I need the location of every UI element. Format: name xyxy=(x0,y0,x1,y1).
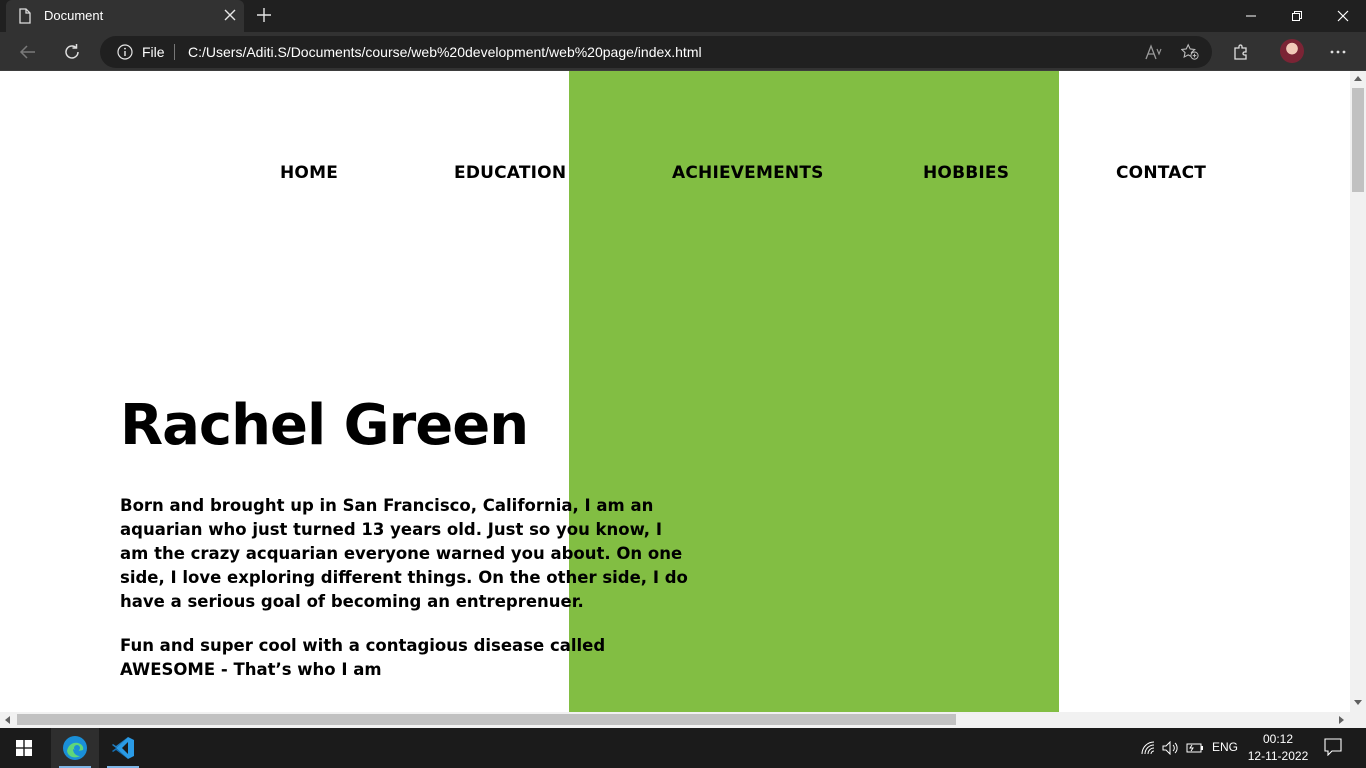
refresh-button[interactable] xyxy=(60,40,84,64)
address-separator xyxy=(174,44,175,60)
wifi-tray[interactable] xyxy=(1140,740,1158,756)
minimize-icon xyxy=(1246,15,1256,17)
windows-logo-icon xyxy=(16,740,32,756)
input-language[interactable]: ENG xyxy=(1212,740,1238,754)
scrollbar-corner xyxy=(1350,712,1366,728)
url-text[interactable]: C:/Users/Aditi.S/Documents/course/web%20… xyxy=(188,44,702,60)
volume-tray[interactable] xyxy=(1162,740,1180,756)
close-tab-icon[interactable] xyxy=(224,9,236,21)
nav-education[interactable]: EDUCATION xyxy=(454,163,566,183)
nav-hobbies[interactable]: HOBBIES xyxy=(923,163,1009,183)
scroll-left-icon[interactable] xyxy=(5,716,10,724)
settings-more-button[interactable] xyxy=(1326,40,1350,64)
minimize-button[interactable] xyxy=(1228,0,1274,32)
vertical-scroll-thumb[interactable] xyxy=(1352,88,1364,192)
puzzle-icon xyxy=(1234,44,1247,60)
browser-tab[interactable]: Document xyxy=(6,0,244,32)
vscode-icon xyxy=(112,737,134,759)
address-bar[interactable]: File C:/Users/Aditi.S/Documents/course/w… xyxy=(100,36,1212,68)
site-scheme-label: File xyxy=(142,44,165,60)
browser-tab-strip: Document xyxy=(0,0,1366,32)
tab-title: Document xyxy=(44,8,104,23)
horizontal-scrollbar[interactable] xyxy=(0,712,1350,728)
nav-home[interactable]: HOME xyxy=(280,163,338,183)
system-clock[interactable]: 00:12 12-11-2022 xyxy=(1246,731,1310,765)
notifications-button[interactable] xyxy=(1324,738,1342,756)
edge-icon xyxy=(63,736,87,760)
vertical-scrollbar[interactable] xyxy=(1350,71,1366,712)
taskbar-vscode[interactable] xyxy=(99,728,147,768)
restore-icon xyxy=(1292,11,1302,21)
scroll-up-icon[interactable] xyxy=(1354,76,1362,81)
read-aloud-button[interactable] xyxy=(1145,43,1163,61)
back-button[interactable] xyxy=(16,40,40,64)
clock-date: 12-11-2022 xyxy=(1247,749,1309,763)
start-button[interactable] xyxy=(0,728,48,768)
read-aloud-icon xyxy=(1145,44,1162,60)
add-favorite-button[interactable] xyxy=(1181,43,1199,61)
nav-contact[interactable]: CONTACT xyxy=(1116,163,1206,183)
document-icon xyxy=(19,8,31,24)
profile-avatar[interactable] xyxy=(1280,39,1304,63)
clock-time: 00:12 xyxy=(1262,732,1294,746)
restore-button[interactable] xyxy=(1274,0,1320,32)
star-add-icon xyxy=(1181,43,1199,60)
page-title: Rachel Green xyxy=(120,393,529,458)
page-viewport: HOME EDUCATION ACHIEVEMENTS HOBBIES CONT… xyxy=(0,71,1350,712)
speaker-icon xyxy=(1162,741,1178,755)
scroll-down-icon[interactable] xyxy=(1354,700,1362,705)
horizontal-scroll-thumb[interactable] xyxy=(17,714,956,725)
windows-taskbar: ENG 00:12 12-11-2022 xyxy=(0,728,1366,768)
nav-achievements[interactable]: ACHIEVEMENTS xyxy=(672,163,824,183)
battery-tray[interactable] xyxy=(1186,740,1204,756)
close-window-button[interactable] xyxy=(1320,0,1366,32)
tagline-paragraph: Fun and super cool with a contagious dis… xyxy=(120,636,606,679)
refresh-icon xyxy=(65,44,79,59)
battery-icon xyxy=(1186,743,1203,753)
notification-icon xyxy=(1324,738,1342,756)
close-icon xyxy=(1337,10,1349,22)
more-icon xyxy=(1330,50,1346,54)
wifi-icon xyxy=(1141,741,1155,755)
arrow-left-icon xyxy=(19,45,35,59)
info-icon[interactable] xyxy=(117,44,133,60)
extensions-button[interactable] xyxy=(1229,40,1253,64)
taskbar-edge[interactable] xyxy=(51,728,99,768)
browser-toolbar: File C:/Users/Aditi.S/Documents/course/w… xyxy=(0,32,1366,71)
intro-paragraph: Born and brought up in San Francisco, Ca… xyxy=(120,496,688,611)
new-tab-icon[interactable] xyxy=(256,7,272,23)
scroll-right-icon[interactable] xyxy=(1339,716,1344,724)
